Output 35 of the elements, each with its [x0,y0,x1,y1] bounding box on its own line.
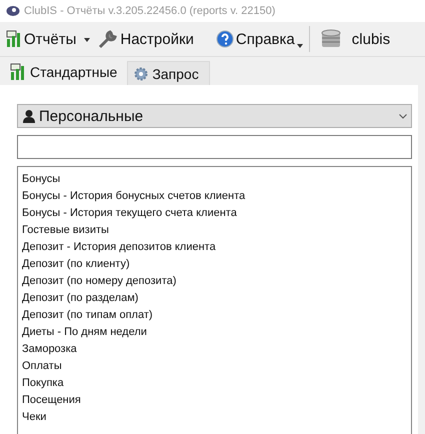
gear-icon [134,66,148,80]
report-list-item[interactable]: Бонусы [22,171,407,188]
chevron-down-icon [399,114,407,118]
help-icon [216,30,234,48]
report-list-item[interactable]: Бонусы - История текущего счета клиента [22,205,407,222]
report-list-item[interactable]: Чеки [22,409,407,426]
report-list-item[interactable]: Заморозка [22,341,407,358]
report-list-item[interactable]: Бонусы - История бонусных счетов клиента [22,188,407,205]
caret-icon [296,44,303,48]
report-list-item[interactable]: Диеты - По дням недели [22,324,407,341]
report-list-item[interactable]: Депозит (по типам оплат) [22,307,407,324]
dropdown-value: Персональные [39,108,144,124]
settings-button[interactable]: Настройки [94,24,198,54]
report-list-item[interactable]: Депозит (по разделам) [22,290,407,307]
chart-icon [10,62,26,80]
tab[interactable]: Запрос [127,61,210,85]
report-list-item[interactable]: Оплаты [22,358,407,375]
wrench-icon [98,29,118,49]
report-list-item[interactable]: Посещения [22,392,407,409]
report-list-item[interactable]: Депозит - История депозитов клиента [22,239,407,256]
database-icon [320,29,342,49]
report-list-item[interactable]: Покупка [22,375,407,392]
person-icon [22,109,36,123]
report-list-item[interactable]: Депозит (по номеру депозита) [22,273,407,290]
database-button[interactable]: clubis [316,24,394,54]
category-dropdown[interactable]: Персональные [17,104,412,128]
window-title: ClubIS - Отчёты v.3.205.22456.0 (reports v. 22150) [24,5,276,17]
report-list-item[interactable]: Депозит (по клиенту) [22,256,407,273]
reports-button[interactable]: Отчёты [2,24,80,54]
report-list-item[interactable]: Гостевые визиты [22,222,407,239]
chart-icon [6,30,22,48]
search-field[interactable] [17,135,412,159]
app-logo-icon [6,5,20,17]
caret-icon [84,38,90,42]
help-menu-button[interactable]: Справка [212,24,307,54]
